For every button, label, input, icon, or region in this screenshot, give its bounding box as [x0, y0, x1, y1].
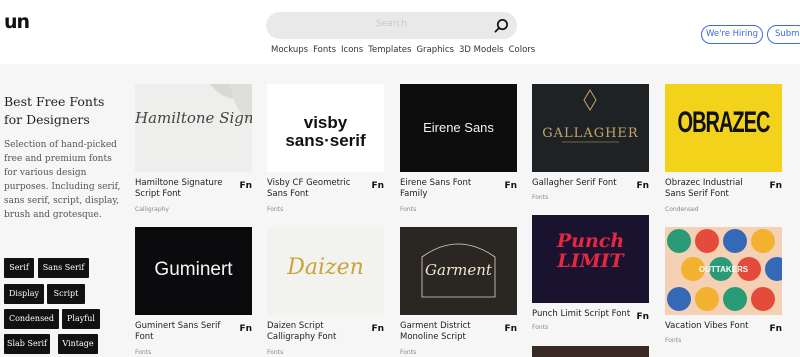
card-thumbnail[interactable]: Punch LIMIT: [532, 215, 649, 303]
tag-playful[interactable]: Playful: [62, 309, 100, 329]
card-category[interactable]: Condensed: [665, 206, 699, 213]
font-badge: Fn: [769, 324, 782, 334]
card-thumbnail[interactable]: Hamiltone Signature: [135, 84, 252, 172]
thumbnail-text: Garment: [425, 261, 492, 279]
font-badge: Fn: [504, 324, 517, 334]
search-input[interactable]: Search: [266, 19, 517, 29]
card-category[interactable]: Fonts: [267, 349, 283, 356]
search-icon[interactable]: [494, 18, 509, 33]
thumbnail-text: Hamiltone Signature: [135, 109, 252, 127]
card-category[interactable]: Fonts: [532, 324, 548, 331]
card-thumbnail[interactable]: Garment: [400, 227, 517, 315]
nav-graphics[interactable]: Graphics: [416, 45, 454, 55]
thumbnail-text: visby sans·serif: [285, 113, 366, 150]
submit-button[interactable]: Submi: [767, 25, 800, 44]
card-thumbnail[interactable]: OBRAZEC: [665, 84, 782, 172]
sidebar: Best Free Fonts for Designers Selection …: [4, 93, 122, 222]
tag-condensed[interactable]: Condensed: [4, 309, 59, 329]
thumbnail-text: OUTTAKERS: [698, 265, 749, 274]
thumbnail-text: Guminert: [154, 259, 233, 280]
nav-templates[interactable]: Templates: [368, 45, 411, 55]
card-thumbnail[interactable]: Guminert: [135, 227, 252, 315]
card-category[interactable]: Fonts: [665, 337, 681, 344]
thumbnail-text: Eirene Sans: [423, 120, 494, 135]
card-category[interactable]: Fonts: [400, 349, 416, 356]
nav-mockups[interactable]: Mockups: [271, 45, 308, 55]
card-thumbnail[interactable]: Eirene Sans: [400, 84, 517, 172]
nav-3d-models[interactable]: 3D Models: [459, 45, 504, 55]
tag-vintage[interactable]: Vintage: [58, 334, 98, 354]
thumbnail-text: Daizen: [287, 255, 364, 280]
tag-slab-serif[interactable]: Slab Serif: [4, 334, 50, 354]
font-badge: Fn: [371, 181, 384, 191]
card-title[interactable]: Vacation Vibes Font: [665, 321, 765, 332]
card-title[interactable]: Daizen Script Calligraphy Font: [267, 321, 367, 343]
card-thumbnail[interactable]: OUTTAKERS: [665, 227, 782, 315]
thumbnail-text: GALLAGHER: [542, 126, 639, 141]
sidebar-title: Best Free Fonts for Designers: [4, 94, 105, 127]
card-title[interactable]: Punch Limit Script Font: [532, 309, 632, 320]
nav-colors[interactable]: Colors: [509, 45, 536, 55]
nav-icons[interactable]: Icons: [341, 45, 363, 55]
nav-fonts[interactable]: Fonts: [313, 45, 336, 55]
search-bar[interactable]: Search: [266, 12, 517, 39]
card-category[interactable]: Fonts: [532, 194, 548, 201]
card-category[interactable]: Fonts: [400, 206, 416, 213]
font-badge: Fn: [239, 181, 252, 191]
font-badge: Fn: [636, 312, 649, 322]
card-thumbnail[interactable]: Daizen: [267, 227, 384, 315]
card-thumbnail[interactable]: visby sans·serif: [267, 84, 384, 172]
font-badge: Fn: [239, 324, 252, 334]
card-title[interactable]: Hamiltone Signature Script Font: [135, 178, 235, 200]
thumbnail-text: OBRAZEC: [677, 106, 771, 140]
card-category[interactable]: Fonts: [267, 206, 283, 213]
font-badge: Fn: [371, 324, 384, 334]
card-category[interactable]: Fonts: [135, 349, 151, 356]
card-title[interactable]: Visby CF Geometric Sans Font: [267, 178, 367, 200]
card-title[interactable]: Gallagher Serif Font: [532, 178, 632, 189]
thumbnail-text: Punch LIMIT: [556, 230, 625, 272]
card-thumbnail[interactable]: GALLAGHER: [532, 84, 649, 172]
card-title[interactable]: Obrazec Industrial Sans Serif Font: [665, 178, 765, 200]
tag-script[interactable]: Script: [47, 284, 85, 304]
hiring-button[interactable]: We're Hiring: [701, 25, 763, 44]
leaf-shadow-graphic: [210, 84, 252, 124]
card-title[interactable]: Guminert Sans Serif Font: [135, 321, 235, 343]
tag-display[interactable]: Display: [4, 284, 44, 304]
card-category[interactable]: Calligraphy: [135, 206, 169, 213]
card-title[interactable]: Eirene Sans Font Family: [400, 178, 500, 200]
logo[interactable]: un: [4, 11, 30, 33]
category-nav: Mockups Fonts Icons Templates Graphics 3D Mod…: [271, 45, 540, 55]
tag-sans-serif[interactable]: Sans Serif: [38, 258, 89, 278]
next-card-thumbnail[interactable]: [532, 346, 649, 357]
font-badge: Fn: [769, 181, 782, 191]
tag-serif[interactable]: Serif: [4, 258, 34, 278]
card-title[interactable]: Garment District Monoline Script: [400, 321, 500, 343]
sidebar-description: Selection of hand-picked free and premiu…: [4, 140, 121, 220]
font-badge: Fn: [504, 181, 517, 191]
font-badge: Fn: [636, 181, 649, 191]
top-header: un Search Mockups Fonts Icons Templates Grap…: [0, 0, 800, 64]
